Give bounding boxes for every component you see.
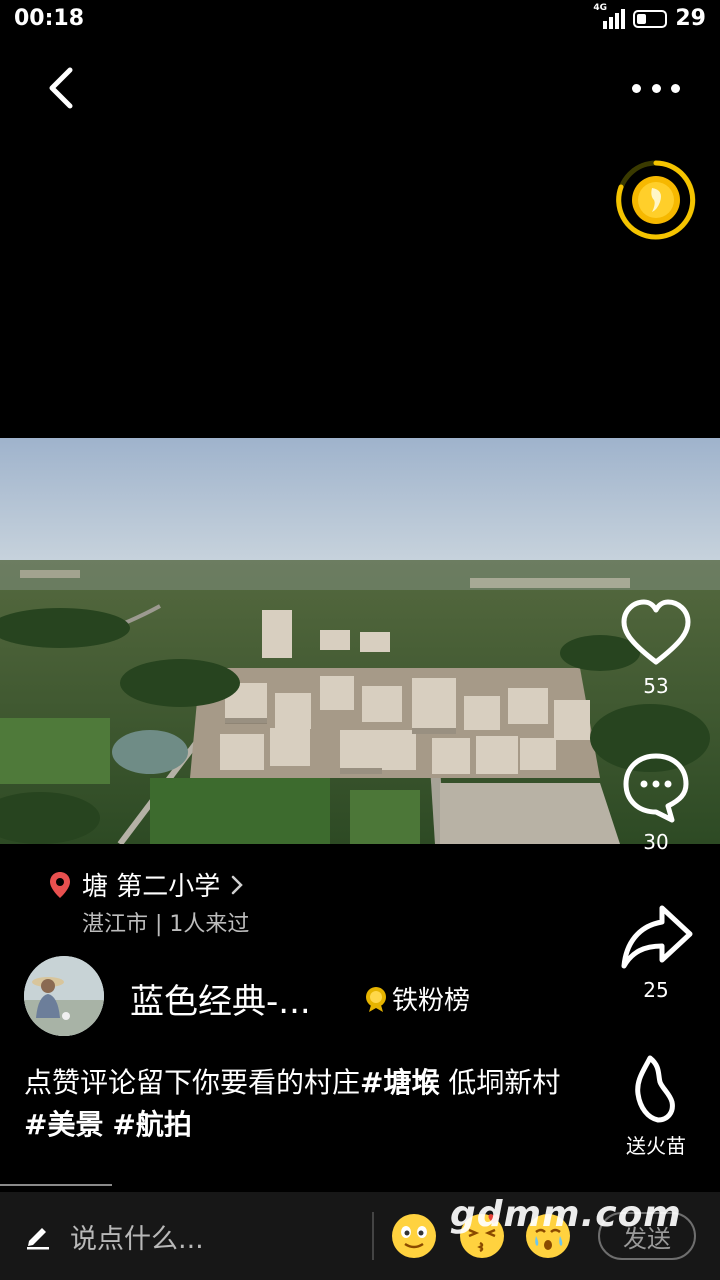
- video-progress: [0, 1184, 112, 1186]
- coin-reward-button[interactable]: [612, 156, 700, 244]
- dot-icon: [632, 83, 641, 93]
- smile-emoji-icon[interactable]: [390, 1212, 438, 1260]
- share-count: 25: [643, 978, 669, 1002]
- flame-icon: [635, 1055, 675, 1123]
- battery-level: 29: [675, 6, 706, 31]
- heart-icon: [621, 599, 691, 665]
- hashtag-link[interactable]: #美景: [24, 1108, 103, 1141]
- comment-bubble-icon: [623, 753, 689, 823]
- fan-rank-button[interactable]: 铁粉榜: [364, 980, 470, 1017]
- battery-icon: [633, 9, 668, 28]
- like-count: 53: [643, 674, 669, 698]
- caption-text: 点赞评论留下你要看的村庄: [24, 1066, 361, 1099]
- comment-placeholder: 说点什么...: [70, 1223, 204, 1255]
- watermark: gdmm.com: [450, 1194, 682, 1235]
- comment-count: 30: [643, 830, 669, 854]
- pencil-icon: [27, 1228, 49, 1250]
- status-icons: 4G 29: [593, 3, 706, 32]
- fan-rank-label: 铁粉榜: [392, 986, 471, 1016]
- divider: [372, 1212, 374, 1260]
- location-tag[interactable]: 塘 第二小学 湛江市 | 1人来过: [48, 866, 249, 937]
- back-button[interactable]: [40, 62, 88, 114]
- location-pin-icon: [50, 871, 70, 898]
- chevron-left-icon: [49, 67, 73, 109]
- network-type: 4G: [593, 2, 608, 13]
- avatar[interactable]: [24, 956, 104, 1036]
- status-time: 00:18: [14, 6, 85, 31]
- chevron-right-icon: [232, 875, 244, 894]
- share-arrow-icon: [621, 905, 693, 969]
- author-name[interactable]: 蓝色经典-...: [130, 974, 311, 1023]
- coin-icon: [616, 160, 696, 240]
- video-caption: 点赞评论留下你要看的村庄#塘堠 低垌新村 #美景 #航拍: [24, 1062, 584, 1146]
- location-name: 塘 第二小学: [82, 872, 221, 902]
- dot-icon: [651, 83, 661, 93]
- share-button[interactable]: 25: [610, 902, 702, 1002]
- signal-icon: 4G: [593, 3, 626, 29]
- avatar-image: [24, 956, 104, 1036]
- like-button[interactable]: 53: [610, 598, 702, 698]
- comment-button[interactable]: 30: [610, 750, 702, 854]
- comment-input[interactable]: 说点什么...: [24, 1210, 354, 1262]
- send-fire-button[interactable]: 送火苗: [610, 1054, 702, 1159]
- location-sub: 湛江市 | 1人来过: [82, 912, 250, 937]
- medal-icon: [366, 986, 386, 1012]
- send-fire-label: 送火苗: [626, 1134, 686, 1158]
- more-options-button[interactable]: [626, 70, 686, 106]
- hashtag-link[interactable]: #航拍: [112, 1108, 191, 1141]
- status-bar: 00:18 4G 29: [0, 0, 720, 40]
- hashtag-link[interactable]: #塘堠: [360, 1066, 439, 1099]
- caption-text-2: 低垌新村: [439, 1066, 561, 1099]
- dot-icon: [671, 83, 680, 93]
